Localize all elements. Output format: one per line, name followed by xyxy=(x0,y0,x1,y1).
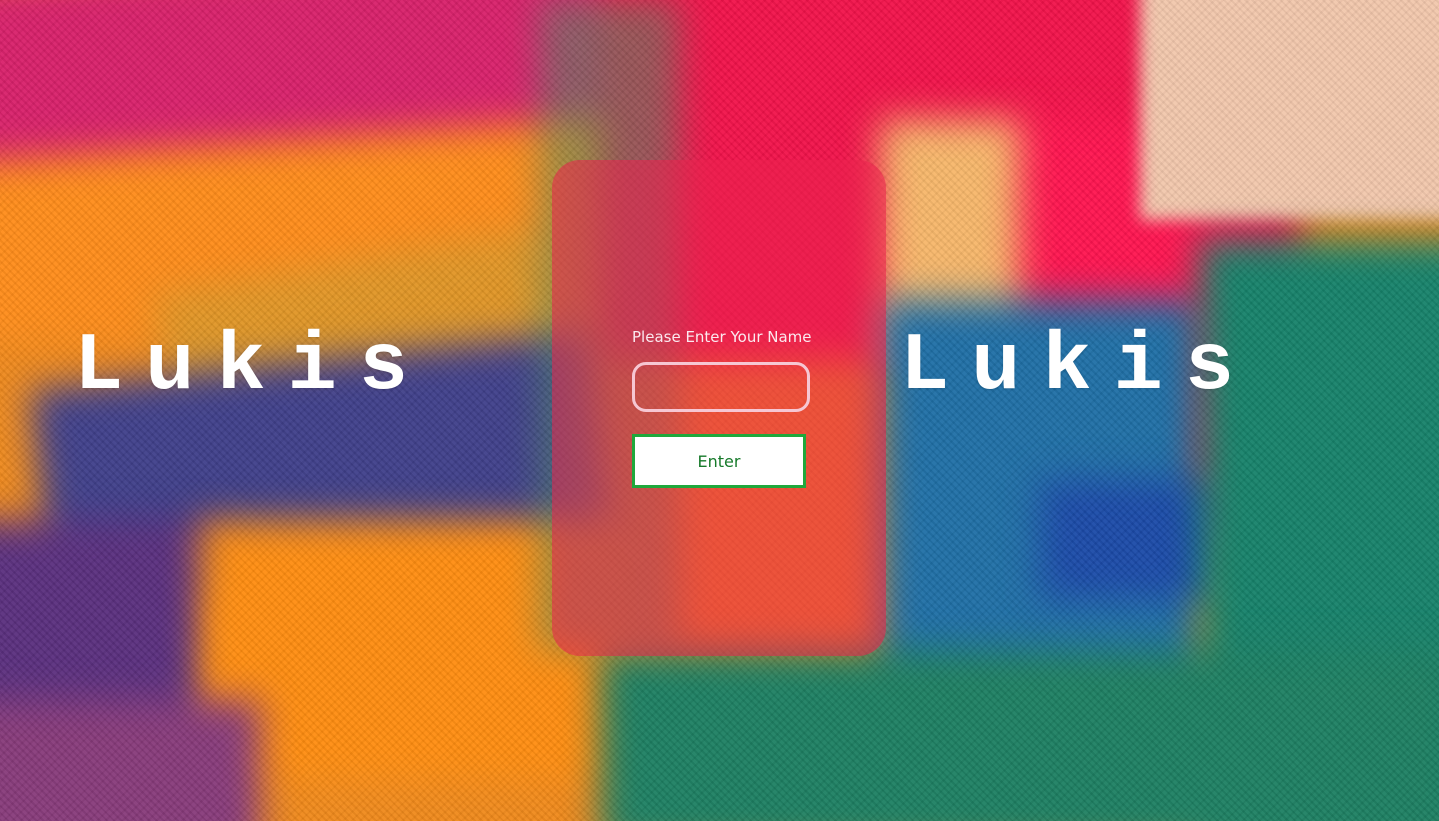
brand-title-right: Lukis xyxy=(900,320,1257,413)
brand-title-left: Lukis xyxy=(74,320,431,413)
name-input[interactable] xyxy=(632,362,810,412)
name-entry-card: Please Enter Your Name Enter xyxy=(552,160,886,656)
name-prompt-label: Please Enter Your Name xyxy=(632,328,812,346)
enter-button[interactable]: Enter xyxy=(632,434,806,488)
